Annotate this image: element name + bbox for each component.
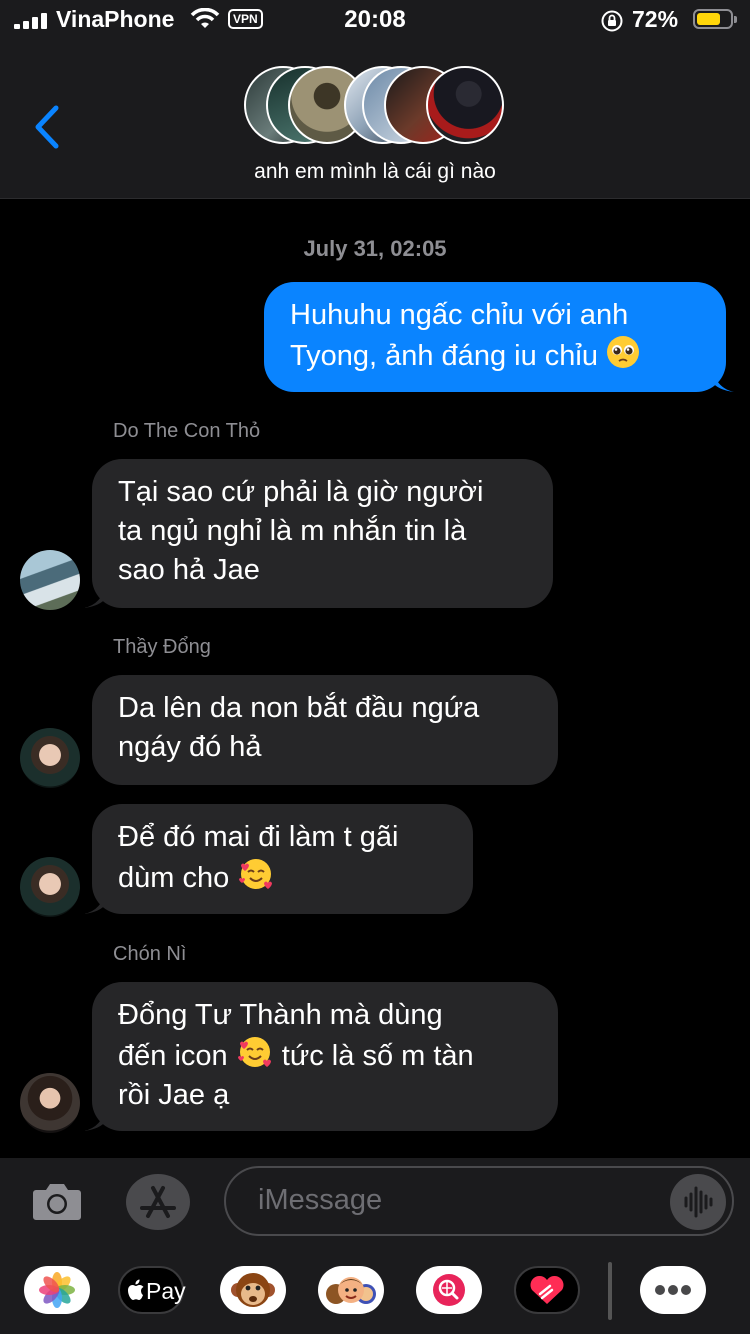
web-search-icon — [433, 1274, 465, 1306]
photos-app-button[interactable] — [24, 1266, 90, 1314]
received-message-bubble[interactable]: Đổng Tư Thành mà dùng đến icon tức là số… — [92, 982, 558, 1131]
message-timestamp: July 31, 02:05 — [303, 236, 447, 261]
message-line: sao hả Jae — [118, 554, 260, 586]
sender-avatar[interactable] — [20, 1073, 80, 1133]
sender-name: Chón Nì — [113, 943, 187, 965]
web-search-app-button[interactable] — [416, 1266, 482, 1314]
group-name[interactable]: anh em mình là cái gì nào — [0, 160, 750, 184]
sender-name: Thầy Đổng — [113, 636, 211, 658]
sender-avatar[interactable] — [20, 728, 80, 788]
received-message-bubble[interactable]: Da lên da non bắt đầu ngứa ngáy đó hả — [92, 675, 558, 785]
message-composer: iMessage — [0, 1158, 750, 1246]
bubble-tail — [84, 1107, 106, 1131]
battery-icon — [693, 9, 737, 29]
received-message-bubble[interactable]: Tại sao cứ phải là giờ người ta ngủ nghỉ… — [92, 459, 553, 608]
app-store-icon — [140, 1186, 176, 1218]
bubble-tail — [84, 890, 106, 914]
message-line: dùm cho — [118, 862, 230, 894]
camera-icon[interactable] — [32, 1178, 82, 1224]
sender-avatar[interactable] — [20, 857, 80, 917]
status-bar: VinaPhone VPN 20:08 72% — [0, 0, 750, 40]
app-store-button[interactable] — [126, 1174, 190, 1230]
message-input-placeholder: iMessage — [258, 1184, 383, 1216]
monkey-icon — [231, 1273, 275, 1307]
message-line: đến icon — [118, 1040, 228, 1072]
digital-touch-heart-icon — [530, 1275, 564, 1304]
digital-touch-app-button[interactable] — [514, 1266, 580, 1314]
smiling-face-with-hearts-icon — [237, 1037, 271, 1067]
message-line: rồi Jae ạ — [118, 1079, 230, 1111]
member-avatar — [426, 66, 504, 144]
sender-name: Do The Con Thỏ — [113, 420, 261, 442]
memoji-app-button[interactable] — [318, 1266, 384, 1314]
bubble-tail — [84, 584, 106, 608]
back-chevron-icon[interactable] — [30, 102, 66, 152]
bubble-tail — [712, 368, 734, 392]
apple-pay-label: Pay — [146, 1278, 186, 1304]
sender-avatar[interactable] — [20, 550, 80, 610]
animoji-app-button[interactable] — [220, 1266, 286, 1314]
received-message-bubble[interactable]: Để đó mai đi làm t gãi dùm cho — [92, 804, 473, 914]
sent-message-bubble[interactable]: Huhuhu ngấc chỉu với anh Tyong, ảnh đáng… — [264, 282, 726, 392]
ellipsis-icon — [655, 1285, 691, 1295]
message-line: Đổng Tư Thành mà dùng — [118, 999, 443, 1031]
apple-logo-icon — [128, 1279, 144, 1300]
more-apps-button[interactable] — [640, 1266, 706, 1314]
smiling-face-with-hearts-icon — [239, 859, 273, 889]
conversation-header: anh em mình là cái gì nào — [0, 40, 750, 199]
apple-pay-app-button[interactable]: Pay — [118, 1266, 186, 1314]
message-line: tức là số m tàn — [281, 1040, 474, 1072]
message-line: ngáy đó hả — [118, 731, 262, 763]
dock-divider — [608, 1262, 612, 1320]
message-line: Tại sao cứ phải là giờ người — [118, 476, 484, 508]
message-line: Huhuhu ngấc chỉu với anh — [290, 299, 629, 331]
waveform-icon — [684, 1186, 713, 1218]
message-line: Để đó mai đi làm t gãi — [118, 821, 399, 853]
rotation-lock-icon — [601, 10, 623, 32]
memoji-icon — [326, 1277, 376, 1304]
message-line: ta ngủ nghỉ là m nhắn tin là — [118, 515, 467, 547]
photos-icon — [39, 1272, 75, 1308]
battery-percentage: 72% — [632, 6, 679, 32]
message-line: Da lên da non bắt đầu ngứa — [118, 692, 480, 724]
message-input[interactable]: iMessage — [224, 1166, 734, 1236]
message-line: Tyong, ảnh đáng iu chỉu — [290, 340, 598, 372]
pleading-face-icon — [607, 336, 640, 368]
group-avatars[interactable] — [244, 66, 506, 148]
audio-message-button[interactable] — [670, 1174, 726, 1230]
app-drawer: Pay — [0, 1246, 750, 1334]
